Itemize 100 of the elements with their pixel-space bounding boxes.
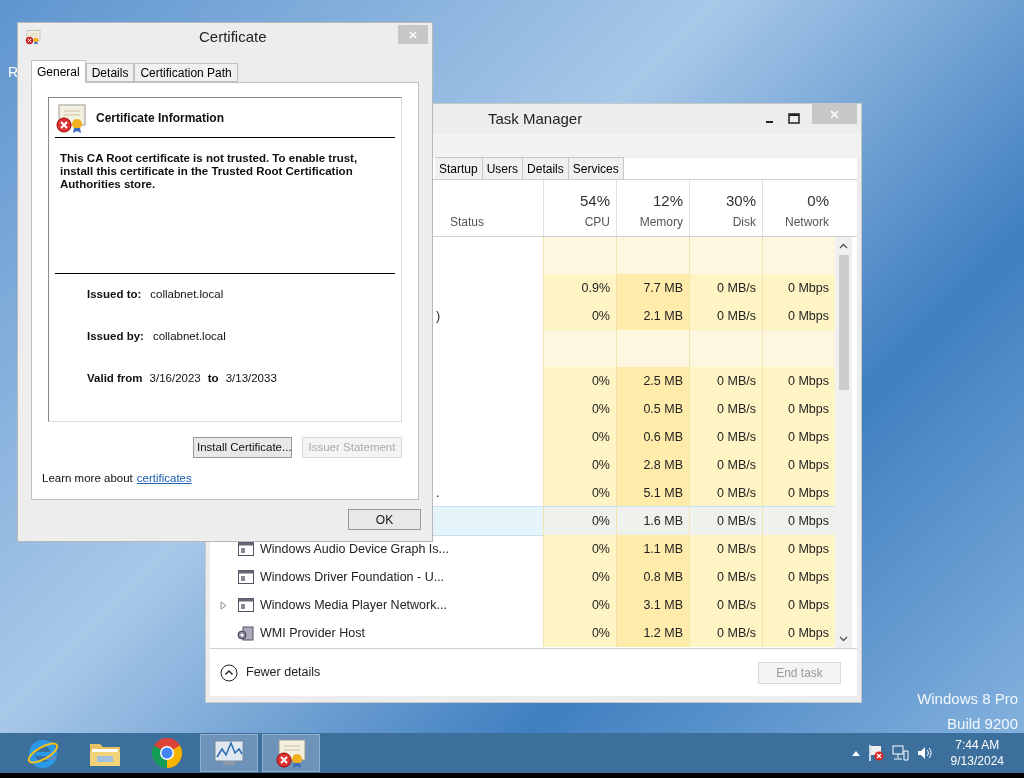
table-cell-text: 0 MB/s: [717, 540, 756, 558]
column-header[interactable]: Memory: [639, 213, 683, 231]
table-cell-text: 0 MB/s: [717, 484, 756, 502]
process-name: WMI Provider Host: [260, 624, 365, 642]
field-label: Issued by:: [87, 329, 144, 345]
table-cell-text: 2.8 MB: [643, 456, 683, 474]
tab[interactable]: Users: [482, 157, 524, 179]
ok-button[interactable]: OK: [348, 509, 421, 530]
table-cell-text: 0%: [591, 400, 610, 418]
window-title: Certificate: [199, 26, 267, 47]
flag-error-icon[interactable]: [867, 744, 884, 762]
process-row[interactable]: Windows Media Player Network... 0% 3.1 MB 0 MB/s 0 Mbps: [210, 591, 835, 619]
table-cell-text: 0 Mbps: [788, 596, 829, 614]
tab[interactable]: Details: [523, 157, 569, 179]
table-cell-text: 0 Mbps: [788, 512, 829, 530]
column-header[interactable]: CPU: [584, 213, 610, 231]
process-row[interactable]: . 0% 5.1 MB 0 MB/s 0 Mbps: [210, 479, 835, 507]
tab[interactable]: Services: [568, 157, 624, 179]
table-cell-text: 5.1 MB: [643, 484, 683, 502]
scrollbar-thumb[interactable]: [838, 255, 849, 390]
network-icon[interactable]: [891, 744, 909, 762]
process-row[interactable]: WMI Provider Host 0% 1.2 MB 0 MB/s 0 Mbps: [210, 619, 835, 647]
tab[interactable]: Startup: [435, 157, 483, 179]
table-cell-text: 0 MB/s: [717, 400, 756, 418]
field-value: 3/16/2023: [149, 371, 201, 387]
table-cell-text: 0 MB/s: [717, 624, 756, 642]
process-name: .: [436, 484, 440, 502]
table-cell-text: 1.2 MB: [643, 624, 683, 642]
certificate-error-icon: [55, 101, 87, 134]
certificate-icon: [275, 737, 307, 769]
trust-warning-text: This CA Root certificate is not trusted. To enable trust, install this certificate in the Trusted Root Certification Authorities store.: [59, 152, 359, 192]
table-cell-text: 0 Mbps: [788, 624, 829, 642]
field-value: collabnet.local: [150, 287, 224, 303]
table-cell-text: 0 MB/s: [717, 428, 756, 446]
tab[interactable]: Details: [85, 63, 135, 82]
table-cell-text: 0%: [591, 428, 610, 446]
table-cell-text: 2.5 MB: [643, 372, 683, 390]
performance-monitor-icon: [213, 739, 245, 767]
section-heading: Certificate Information: [96, 109, 224, 127]
certificates-link[interactable]: certificates: [136, 470, 192, 488]
speaker-icon[interactable]: [916, 745, 933, 761]
certificate-icon: [25, 29, 41, 45]
tab[interactable]: General: [31, 60, 86, 83]
process-row[interactable]: ) 0% 2.1 MB 0 MB/s 0 Mbps: [210, 302, 835, 330]
scroll-down-icon[interactable]: [839, 636, 848, 642]
taskbar-app-button[interactable]: [200, 734, 258, 772]
table-cell-text: 0%: [591, 512, 610, 530]
column-percent: 0%: [807, 192, 829, 210]
dialog-button[interactable]: Install Certificate...: [193, 437, 292, 458]
table-cell-text: 0 Mbps: [788, 279, 829, 297]
fewer-details-button[interactable]: Fewer details: [220, 663, 321, 682]
table-cell-text: 0 Mbps: [788, 400, 829, 418]
table-cell-text: 2.1 MB: [643, 307, 683, 325]
field-label: Valid from: [87, 371, 143, 387]
table-cell-text: 0.5 MB: [643, 400, 683, 418]
table-cell-text: 0%: [591, 540, 610, 558]
field-value: 3/13/2033: [225, 371, 277, 387]
column-header[interactable]: Disk: [732, 213, 756, 231]
table-cell-text: 0%: [591, 307, 610, 325]
table-cell-text: 0 Mbps: [788, 484, 829, 502]
process-name: Windows Driver Foundation - U...: [260, 568, 445, 586]
column-percent: 54%: [579, 192, 610, 210]
table-cell-text: 0%: [591, 568, 610, 586]
window-title: Task Manager: [488, 108, 583, 129]
column-header[interactable]: Network: [785, 213, 829, 231]
taskbar-app-button[interactable]: [262, 734, 320, 772]
close-icon: [830, 109, 839, 119]
table-cell-text: 0 Mbps: [788, 568, 829, 586]
table-cell-text: 0 MB/s: [717, 596, 756, 614]
table-cell-text: 0 Mbps: [788, 372, 829, 390]
collapse-icon: [220, 663, 238, 682]
expand-arrow-icon[interactable]: [220, 600, 227, 610]
desktop-icon-label: R: [8, 63, 19, 82]
table-cell-text: 0 Mbps: [788, 428, 829, 446]
column-percent: 30%: [725, 192, 756, 210]
table-cell-text: 0%: [591, 596, 610, 614]
process-row[interactable]: Windows Audio Device Graph Is... 0% 1.1 MB 0 MB/s 0 Mbps: [210, 535, 835, 563]
table-cell-text: 0 MB/s: [717, 456, 756, 474]
window-icon: [238, 598, 254, 612]
column-percent: 12%: [652, 192, 683, 210]
process-row[interactable]: Windows Driver Foundation - U... 0% 0.8 MB 0 MB/s 0 Mbps: [210, 563, 835, 591]
process-name: Windows Media Player Network...: [260, 596, 447, 614]
process-row[interactable]: 0% 0.5 MB 0 MB/s 0 Mbps: [210, 395, 835, 423]
table-cell-text: 0 MB/s: [717, 568, 756, 586]
table-cell-text: 0.8 MB: [643, 568, 683, 586]
scrollbar[interactable]: [835, 237, 852, 648]
column-header[interactable]: Status: [450, 213, 485, 231]
scroll-up-icon[interactable]: [839, 243, 848, 249]
table-cell-text: 1.1 MB: [643, 540, 683, 558]
os-version-text: Build 9200: [947, 713, 1018, 734]
table-cell-text: 0 MB/s: [717, 307, 756, 325]
clock[interactable]: 7:44 AM 9/13/2024: [950, 737, 1004, 769]
table-cell-text: 0%: [591, 624, 610, 642]
table-cell-text: 0%: [591, 372, 610, 390]
table-cell-text: 0%: [591, 484, 610, 502]
clock-date: 9/13/2024: [950, 753, 1004, 769]
show-hidden-icons-icon[interactable]: [851, 750, 860, 756]
tab[interactable]: Certification Path: [134, 63, 238, 82]
maximize-icon[interactable]: [788, 113, 800, 125]
table-cell-text: 7.7 MB: [643, 279, 683, 297]
